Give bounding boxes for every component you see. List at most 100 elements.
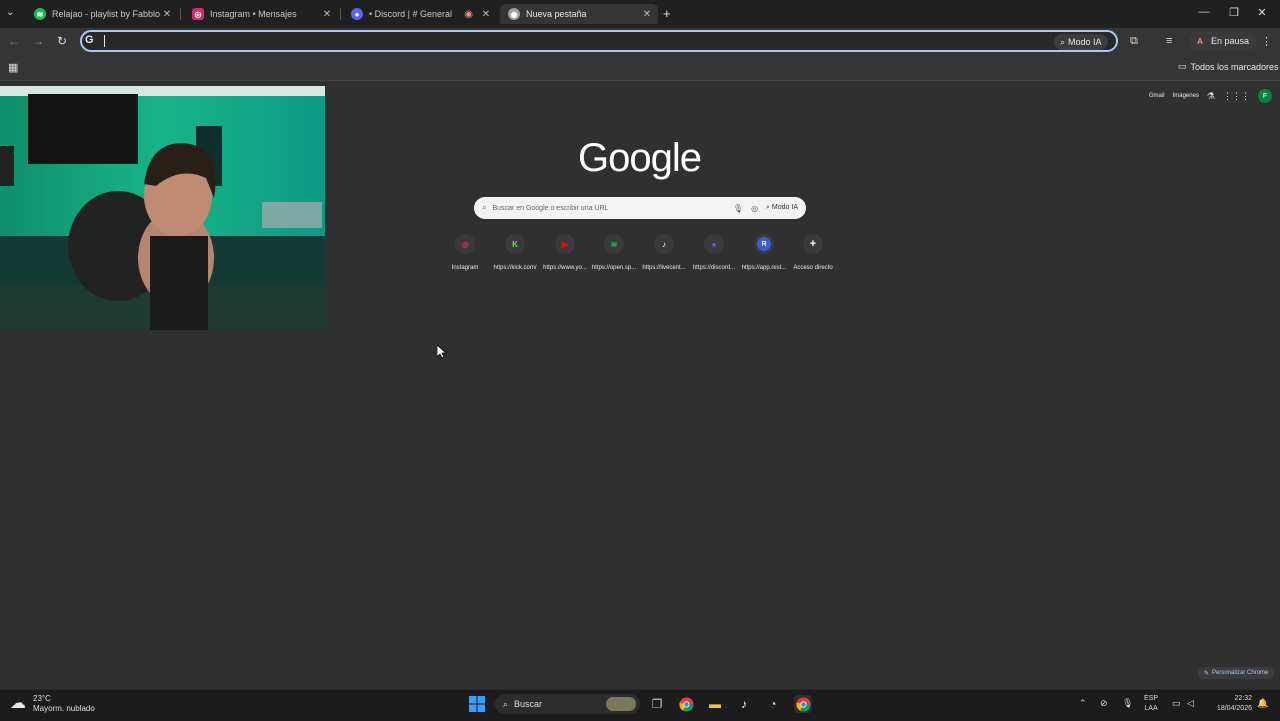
- tray-network-off-icon[interactable]: ⊘: [1100, 698, 1108, 709]
- folder-icon: ▭: [1178, 61, 1187, 71]
- images-link[interactable]: Imágenes: [1173, 93, 1199, 99]
- window-close-icon[interactable]: ✕: [1252, 6, 1272, 19]
- instagram-icon: ◎: [455, 234, 475, 254]
- chrome-taskbar-icon[interactable]: [677, 695, 695, 713]
- close-icon[interactable]: ✕: [640, 9, 654, 20]
- google-apps-icon[interactable]: ⋮⋮⋮: [1223, 91, 1250, 102]
- back-arrow-icon[interactable]: ←: [6, 34, 22, 48]
- tab-new-tab[interactable]: ◉ Nueva pestaña ✕: [500, 4, 658, 24]
- google-search-box[interactable]: ⌕ Buscar en Google o escribir una URL 🎙 …: [474, 197, 806, 219]
- shortcut-kick[interactable]: K https://kick.com/: [490, 234, 540, 271]
- language-indicator[interactable]: ESP LAA: [1144, 694, 1158, 714]
- weather-cloud-icon[interactable]: ☁: [10, 693, 26, 713]
- tab-title: Relajao - playlist by Fabblock Ji: [52, 9, 160, 19]
- shortcut-label: Acceso directo: [793, 265, 833, 271]
- file-explorer-icon[interactable]: ▬: [706, 695, 724, 713]
- close-icon[interactable]: ✕: [479, 9, 493, 20]
- pencil-icon: ✎: [1204, 670, 1210, 677]
- chrome-active-taskbar-icon[interactable]: [794, 695, 812, 713]
- tray-chevron-up-icon[interactable]: ⌃: [1079, 698, 1087, 709]
- forward-arrow-icon[interactable]: →: [30, 34, 46, 48]
- tab-instagram[interactable]: ◎ Instagram • Mensajes ✕: [184, 4, 338, 24]
- gmail-link[interactable]: Gmail: [1149, 93, 1165, 99]
- labs-flask-icon[interactable]: ⚗: [1207, 91, 1215, 102]
- spotify-icon: ≋: [34, 8, 46, 20]
- modo-ia-label: Modo IA: [1068, 37, 1102, 47]
- webcam-image: [0, 86, 325, 330]
- shortcut-tiktok[interactable]: ♪ https://livecent...: [639, 234, 689, 271]
- search-modo-ia-label: Modo IA: [771, 204, 798, 211]
- tab-search-chevron-icon[interactable]: ⌄: [6, 7, 14, 18]
- tray-volume-icon[interactable]: ◁: [1187, 698, 1194, 709]
- reload-icon[interactable]: ↻: [54, 34, 70, 48]
- tiktok-taskbar-icon[interactable]: ♪: [735, 695, 753, 713]
- chrome-icon: ◉: [508, 8, 520, 20]
- language-code: ESP: [1144, 695, 1159, 702]
- clock-date: 18/04/2026: [1216, 705, 1252, 712]
- more-menu-icon[interactable]: ⋮: [1261, 35, 1272, 48]
- address-bar[interactable]: [80, 30, 1118, 52]
- instagram-icon: ◎: [192, 8, 204, 20]
- tab-title: Instagram • Mensajes: [210, 9, 297, 19]
- google-top-links: Gmail Imágenes ⚗ ⋮⋮⋮ F: [1149, 89, 1272, 103]
- shortcut-discord[interactable]: ● https://discord...: [689, 234, 739, 271]
- profile-status: En pausa: [1211, 36, 1250, 46]
- taskbar-search[interactable]: ⌕ Buscar: [495, 694, 640, 714]
- shortcut-instagram[interactable]: ◎ Instagram: [440, 234, 490, 271]
- lens-camera-icon[interactable]: ◎: [751, 204, 758, 213]
- shortcut-spotify[interactable]: ≋ https://open.sp...: [589, 234, 639, 271]
- weather-temp: 23°C: [33, 694, 51, 703]
- tab-discord[interactable]: ● • Discord | # General ◉ ✕: [343, 4, 497, 24]
- search-modo-ia-button[interactable]: ⌕ Modo IA: [766, 204, 798, 212]
- close-icon[interactable]: ✕: [160, 9, 174, 20]
- shortcut-label: https://discord...: [692, 265, 736, 271]
- recording-icon: ◉: [464, 8, 473, 20]
- customize-chrome-button[interactable]: ✎ Personalizar Chrome: [1198, 667, 1275, 679]
- spotify-icon: ≋: [604, 234, 624, 254]
- shortcut-label: https://app.rest...: [741, 265, 787, 271]
- logo-letter: g: [650, 136, 673, 180]
- tab-title: • Discord | # General: [369, 9, 453, 19]
- restore-icon[interactable]: ❐: [1224, 6, 1244, 19]
- shortcut-label: https://open.sp...: [591, 265, 637, 271]
- logo-letter: e: [679, 136, 702, 180]
- tab-divider: [340, 8, 341, 20]
- discord-icon: ●: [351, 8, 363, 20]
- windows-start-icon[interactable]: [468, 695, 486, 713]
- close-icon[interactable]: ✕: [320, 9, 334, 20]
- shortcut-label: https://kick.com/: [493, 265, 537, 271]
- new-tab-plus-icon[interactable]: +: [663, 6, 671, 21]
- tray-display-icon[interactable]: ▭: [1172, 698, 1181, 709]
- bookmarks-bar: [0, 56, 1280, 81]
- search-icon: ⌕: [503, 698, 509, 709]
- shortcut-label: https://www.yo...: [543, 265, 587, 271]
- shortcut-add[interactable]: + Acceso directo: [788, 234, 838, 271]
- minimize-icon[interactable]: —: [1194, 6, 1214, 18]
- windows-taskbar: [0, 689, 1280, 721]
- microphone-icon[interactable]: 🎙: [733, 204, 743, 213]
- tray-microphone-icon[interactable]: 🎙: [1122, 698, 1133, 709]
- clock-time: 22:32: [1234, 695, 1252, 702]
- account-avatar[interactable]: F: [1258, 89, 1272, 103]
- taskbar-search-label: Buscar: [514, 699, 543, 709]
- discord-icon: ●: [704, 234, 724, 254]
- notification-bell-icon[interactable]: 🔔: [1257, 698, 1268, 709]
- extensions-puzzle-icon[interactable]: ⧉: [1130, 35, 1138, 48]
- weather-widget[interactable]: 23°C Mayorm. nublado: [33, 694, 95, 714]
- all-bookmarks-label: Todos los marcadores: [1190, 61, 1279, 72]
- clock[interactable]: 22:32 18/04/2026: [1206, 694, 1252, 714]
- logo-letter: o: [608, 136, 630, 180]
- sparkle-search-icon: ⌕: [766, 204, 770, 211]
- profile-button[interactable]: A En pausa: [1189, 32, 1258, 50]
- all-bookmarks-button[interactable]: ▭ Todos los marcadores: [1178, 61, 1279, 72]
- tab-title: Nueva pestaña: [526, 9, 587, 19]
- task-view-icon[interactable]: ❐: [648, 695, 666, 713]
- obs-taskbar-icon[interactable]: ◔: [764, 695, 782, 713]
- apps-grid-icon[interactable]: ▦: [8, 61, 18, 74]
- modo-ia-button[interactable]: ⌕ Modo IA: [1054, 34, 1108, 50]
- media-controls-icon[interactable]: ≡: [1166, 35, 1172, 47]
- shortcut-restream[interactable]: R https://app.rest...: [739, 234, 789, 271]
- tab-spotify[interactable]: ≋ Relajao - playlist by Fabblock Ji ✕: [26, 4, 178, 24]
- shortcut-youtube[interactable]: ▶ https://www.yo...: [540, 234, 590, 271]
- add-icon: +: [803, 234, 823, 254]
